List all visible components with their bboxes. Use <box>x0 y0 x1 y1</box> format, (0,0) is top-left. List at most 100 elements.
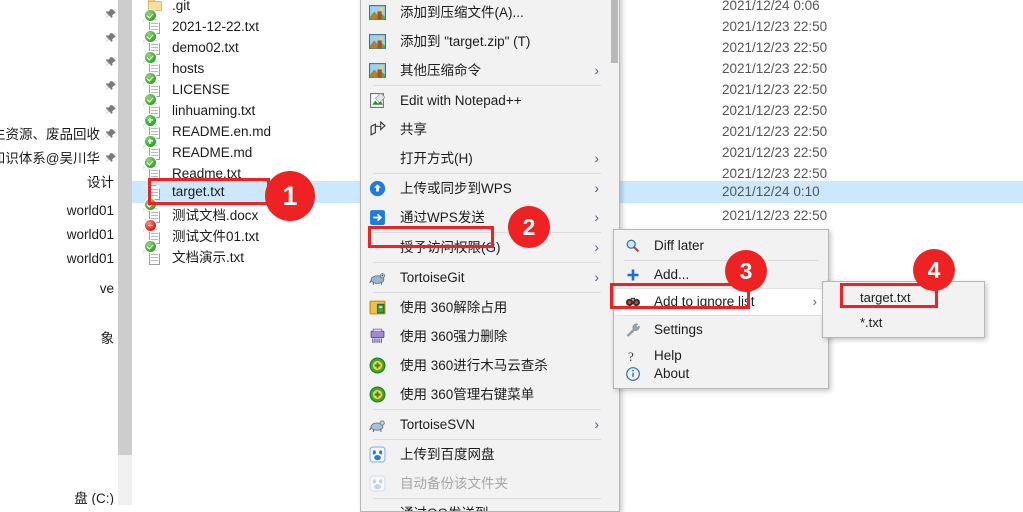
git-status-normal-icon <box>145 52 156 63</box>
nav-item[interactable]: world01 <box>0 248 118 269</box>
baidu-icon <box>369 475 386 492</box>
left-pane-scrollbar-thumb[interactable] <box>118 0 132 455</box>
pin-icon[interactable] <box>104 56 117 69</box>
menu-item-360-trojan-scan[interactable]: 使用 360进行木马云查杀 <box>362 351 607 380</box>
context-menu-scrollbar-thumb[interactable] <box>611 0 618 63</box>
file-name: README.en.md <box>172 124 272 139</box>
nav-item[interactable] <box>0 76 118 97</box>
ignore-list-submenu[interactable]: target.txt *.txt <box>822 281 985 338</box>
menu-item-label: 其他压缩命令 <box>400 63 481 78</box>
nav-item[interactable] <box>0 100 118 121</box>
nav-item[interactable]: 盘 (C:) <box>0 488 118 505</box>
ignore-option-target-txt[interactable]: target.txt <box>824 285 983 310</box>
git-status-modified-icon <box>145 115 156 126</box>
tortoisegit-submenu[interactable]: Diff later Add... Add to ignore list › S… <box>613 229 829 389</box>
text-file-icon <box>143 157 163 182</box>
annotation-badge-2: 2 <box>508 206 550 248</box>
pin-icon[interactable] <box>104 80 117 93</box>
menu-item-send-via-qq[interactable]: 通过QQ发送到 <box>362 499 607 511</box>
360-scan-icon <box>369 357 386 374</box>
submenu-item-about[interactable]: About <box>615 361 827 387</box>
pin-icon[interactable] <box>104 128 117 141</box>
nav-item[interactable]: 再生资源、废品回收 <box>0 124 118 145</box>
chevron-right-icon: › <box>594 416 599 432</box>
menu-item-tortoisegit[interactable]: TortoiseGit › <box>362 263 607 292</box>
file-date: 2021/12/24 0:10 <box>722 184 820 199</box>
baidu-icon <box>369 446 386 463</box>
context-menu[interactable]: 添加到压缩文件(A)... 添加到 "target.zip" (T) 其他压缩命… <box>360 0 620 512</box>
file-name: hosts <box>172 61 205 76</box>
pin-icon[interactable] <box>104 152 117 165</box>
file-name: linhuaming.txt <box>172 103 256 118</box>
ignore-option-star-txt[interactable]: *.txt <box>824 310 983 335</box>
nav-item[interactable]: ve <box>0 278 118 299</box>
ignore-option-label: *.txt <box>860 315 883 330</box>
file-name: LICENSE <box>172 82 230 97</box>
share-icon <box>369 120 386 138</box>
wrench-icon <box>625 322 641 338</box>
menu-item-grant-access[interactable]: 授予访问权限(G) › <box>362 233 607 262</box>
submenu-item-add[interactable]: Add... <box>615 262 827 288</box>
menu-item-360-force-delete[interactable]: 使用 360强力删除 <box>362 322 607 351</box>
menu-item-add-to-target-zip[interactable]: 添加到 "target.zip" (T) <box>362 27 607 56</box>
pin-icon[interactable] <box>104 8 117 21</box>
git-status-normal-icon <box>145 241 156 252</box>
submenu-item-add-to-ignore-list[interactable]: Add to ignore list › <box>615 288 827 316</box>
360-unlock-icon <box>369 299 386 316</box>
nav-item[interactable]: 设计 <box>0 172 118 193</box>
submenu-item-label: Diff later <box>654 238 705 253</box>
menu-item-label: 添加到 "target.zip" (T) <box>400 34 531 49</box>
submenu-item-diff-later[interactable]: Diff later <box>615 233 827 259</box>
file-name: demo02.txt <box>172 40 239 55</box>
menu-item-label: 授予访问权限(G) <box>400 240 501 255</box>
file-name: target.txt <box>172 184 225 199</box>
nav-item[interactable]: 术知识体系@吴川华 <box>0 148 118 169</box>
menu-item-share[interactable]: 共享 <box>362 115 607 144</box>
nav-item[interactable]: 象 <box>0 328 118 349</box>
annotation-badge-4: 4 <box>913 249 955 291</box>
menu-item-360-unlock[interactable]: 使用 360解除占用 <box>362 293 607 322</box>
pin-icon[interactable] <box>104 104 117 117</box>
nav-item[interactable] <box>0 52 118 73</box>
pin-icon[interactable] <box>104 32 117 45</box>
ignore-option-label: target.txt <box>860 290 911 305</box>
menu-item-send-via-wps[interactable]: 通过WPS发送 › <box>362 203 607 232</box>
menu-item-upload-to-baidu-netdisk[interactable]: 上传到百度网盘 <box>362 440 607 469</box>
nav-item[interactable] <box>0 4 118 25</box>
menu-item-tortoisesvn[interactable]: TortoiseSVN › <box>362 410 607 439</box>
tortoisegit-icon <box>369 269 386 286</box>
navigation-tree-pane[interactable]: 再生资源、废品回收 术知识体系@吴川华 设计 world01 world01 w… <box>0 0 118 505</box>
menu-item-add-to-archive[interactable]: 添加到压缩文件(A)... <box>362 0 607 27</box>
file-name: 2021-12-22.txt <box>172 19 260 34</box>
nav-item-label: 象 <box>100 331 115 346</box>
git-status-normal-icon <box>145 10 156 21</box>
nav-item-label: world01 <box>66 251 114 266</box>
menu-item-edit-with-notepadpp[interactable]: Edit with Notepad++ <box>362 86 607 115</box>
menu-item-open-with[interactable]: 打开方式(H) › <box>362 144 607 173</box>
nav-item-label: 术知识体系@吴川华 <box>0 151 100 166</box>
menu-item-auto-backup-folder: 自动备份该文件夹 <box>362 469 607 498</box>
nav-item[interactable] <box>0 28 118 49</box>
menu-separator <box>624 260 818 261</box>
nav-item[interactable]: world01 <box>0 224 118 245</box>
chevron-right-icon: › <box>594 62 599 78</box>
menu-item-360-manage-context-menu[interactable]: 使用 360管理右键菜单 <box>362 380 607 409</box>
menu-item-upload-sync-wps[interactable]: 上传或同步到WPS › <box>362 174 607 203</box>
diff-icon <box>625 238 641 254</box>
file-date: 2021/12/23 22:50 <box>722 145 828 160</box>
git-status-normal-icon <box>145 199 156 210</box>
nav-item[interactable]: world01 <box>0 200 118 221</box>
left-pane-scrollbar[interactable] <box>118 0 132 505</box>
submenu-item-label: Add to ignore list <box>654 294 755 309</box>
file-date: 2021/12/23 22:50 <box>722 208 828 223</box>
annotation-badge-3: 3 <box>725 250 767 292</box>
ignore-icon <box>625 294 641 310</box>
submenu-item-settings[interactable]: Settings <box>615 317 827 343</box>
text-file-icon <box>143 241 163 266</box>
menu-item-label: 共享 <box>400 122 427 137</box>
file-date: 2021/12/23 22:50 <box>722 103 828 118</box>
submenu-item-label: About <box>654 366 690 381</box>
tortoisesvn-icon <box>369 416 386 433</box>
menu-item-other-archive-commands[interactable]: 其他压缩命令 › <box>362 56 607 85</box>
info-icon <box>625 366 641 382</box>
